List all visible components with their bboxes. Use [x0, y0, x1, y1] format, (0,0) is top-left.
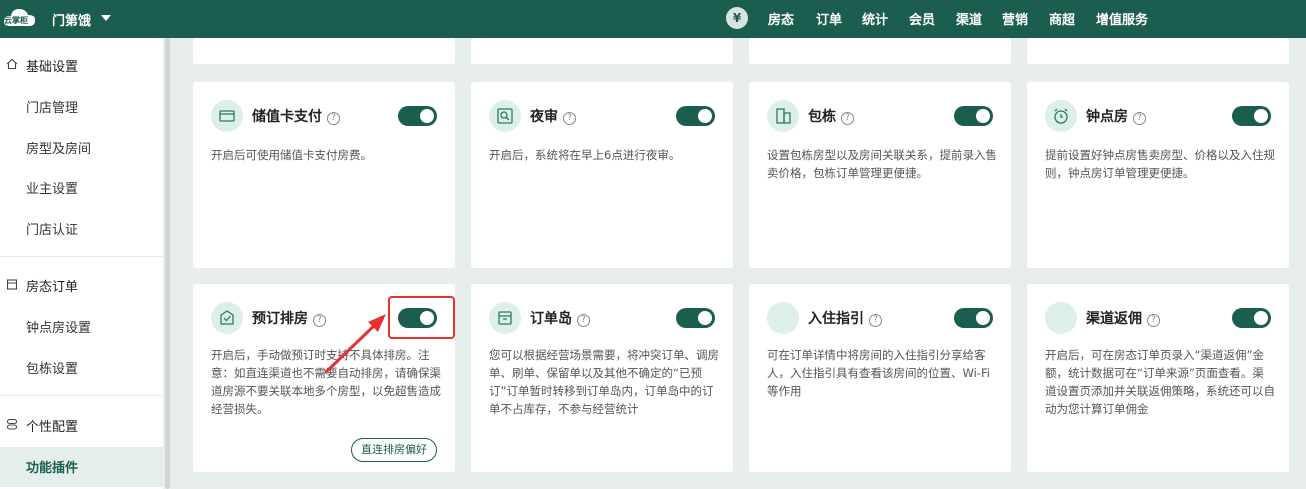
store-name[interactable]: 门第饿: [52, 10, 91, 29]
order-island-icon: [489, 302, 521, 334]
help-icon[interactable]: ?: [869, 314, 882, 327]
plugin-title: 入住指引?: [808, 308, 882, 328]
config-icon: [6, 418, 18, 430]
logo-text: 云掌柜: [4, 16, 28, 25]
sidebar-item-owner-settings[interactable]: 业主设置: [26, 178, 78, 197]
sidebar-section-title: 基础设置: [26, 60, 79, 75]
plugin-card-hourly-room: 钟点房? 提前设置好钟点房售卖房型、价格以及入住规则，钟点房订单管理更便捷。: [1027, 82, 1289, 268]
plugin-card-night-audit: 夜审? 开启后，系统将在早上6点进行夜审。: [471, 82, 733, 268]
help-icon[interactable]: ?: [1133, 112, 1146, 125]
channel-commission-icon: [1045, 302, 1077, 334]
sidebar-section-title: 房态订单: [26, 280, 79, 295]
plugin-description: 开启后，可在房态订单页录入“渠道返佣”金额，统计数据可在“订单来源”页面查看。渠…: [1045, 348, 1275, 416]
sidebar-item-whole-building-settings[interactable]: 包栋设置: [26, 358, 78, 377]
building-icon: [767, 100, 799, 132]
help-icon[interactable]: ?: [841, 112, 854, 125]
plugin-card-partial: [749, 38, 1011, 64]
nav-statistics[interactable]: 统计: [862, 9, 888, 28]
toggle-switch-on[interactable]: [954, 106, 993, 126]
sidebar-item-hourly-room-settings[interactable]: 钟点房设置: [26, 317, 91, 336]
sidebar: 基础设置 门店管理 房型及房间 业主设置 门店认证 房态订单 钟点房设置 包栋设…: [0, 38, 163, 489]
sidebar-item-store-management[interactable]: 门店管理: [26, 97, 78, 116]
plugin-description: 您可以根据经营场景需要，将冲突订单、调房单、刷单、保留单以及其他不确定的“已预订…: [489, 348, 719, 416]
nav-marketing[interactable]: 营销: [1002, 9, 1028, 28]
plugin-title: 夜审?: [530, 106, 576, 126]
nav-members[interactable]: 会员: [909, 9, 935, 28]
plugin-description: 提前设置好钟点房售卖房型、价格以及入住规则，钟点房订单管理更便捷。: [1045, 148, 1275, 180]
scrollbar-thumb[interactable]: [165, 38, 170, 489]
plugin-title: 钟点房?: [1086, 106, 1146, 126]
toggle-switch-on[interactable]: [676, 308, 715, 328]
plugin-title: 渠道返佣?: [1086, 308, 1160, 328]
toggle-switch-on[interactable]: [1232, 106, 1271, 126]
direct-room-assign-preference-button[interactable]: 直连排房偏好: [351, 438, 437, 462]
help-icon[interactable]: ?: [327, 112, 340, 125]
sidebar-item-plugins[interactable]: 功能插件: [0, 447, 163, 487]
card-payment-icon: [211, 100, 243, 132]
sidebar-section-title: 个性配置: [26, 420, 79, 435]
currency-icon[interactable]: ¥: [726, 7, 748, 29]
nav-room-status[interactable]: 房态: [768, 9, 794, 28]
plugin-card-partial: [1027, 38, 1289, 64]
sidebar-item-label: 功能插件: [26, 461, 79, 476]
night-audit-icon: [489, 100, 521, 132]
toggle-switch-on[interactable]: [398, 106, 437, 126]
sidebar-scrollbar[interactable]: [163, 38, 171, 489]
calendar-icon: [6, 279, 18, 290]
plugin-card-stored-value-payment: 储值卡支付? 开启后可使用储值卡支付房费。: [193, 82, 455, 268]
toggle-switch-on[interactable]: [1232, 308, 1271, 328]
sidebar-divider: [0, 395, 163, 396]
nav-store[interactable]: 商超: [1049, 9, 1075, 28]
help-icon[interactable]: ?: [1147, 314, 1160, 327]
plugin-title: 预订排房?: [252, 308, 326, 328]
sidebar-item-store-certification[interactable]: 门店认证: [26, 219, 78, 238]
home-icon: [6, 58, 18, 70]
plugin-card-checkin-guide: 入住指引? 可在订单详情中将房间的入住指引分享给客人，入住指引具有查看该房间的位…: [749, 284, 1011, 472]
help-icon[interactable]: ?: [563, 112, 576, 125]
toggle-switch-on[interactable]: [954, 308, 993, 328]
alarm-clock-icon: [1045, 100, 1077, 132]
nav-channels[interactable]: 渠道: [956, 9, 982, 28]
plugin-description: 可在订单详情中将房间的入住指引分享给客人，入住指引具有查看该房间的位置、Wi-F…: [767, 348, 990, 398]
toggle-switch-on[interactable]: [676, 106, 715, 126]
sidebar-divider: [0, 256, 163, 257]
help-icon[interactable]: ?: [577, 314, 590, 327]
plugin-description: 设置包栋房型以及房间关联关系，提前录入售卖价格，包栋订单管理更便捷。: [767, 148, 997, 180]
plugin-card-whole-building: 包栋? 设置包栋房型以及房间关联关系，提前录入售卖价格，包栋订单管理更便捷。: [749, 82, 1011, 268]
plugin-card-partial: [193, 38, 455, 64]
red-arrow-icon: [324, 314, 386, 374]
nav-value-added-services[interactable]: 增值服务: [1096, 9, 1148, 28]
checkin-guide-icon: [767, 302, 799, 334]
plugin-card-partial: [471, 38, 733, 64]
plugin-card-order-island: 订单岛? 您可以根据经营场景需要，将冲突订单、调房单、刷单、保留单以及其他不确定…: [471, 284, 733, 472]
room-assign-icon: [211, 302, 243, 334]
nav-orders[interactable]: 订单: [816, 9, 842, 28]
plugin-description: 开启后可使用储值卡支付房费。: [211, 148, 372, 162]
sidebar-item-room-types[interactable]: 房型及房间: [26, 138, 91, 157]
plugin-title: 订单岛?: [530, 308, 590, 328]
plugin-description: 开启后，系统将在早上6点进行夜审。: [489, 148, 681, 162]
plugin-title: 储值卡支付?: [252, 106, 340, 126]
plugin-card-channel-commission: 渠道返佣? 开启后，可在房态订单页录入“渠道返佣”金额，统计数据可在“订单来源”…: [1027, 284, 1289, 472]
plugin-title: 包栋?: [808, 106, 854, 126]
chevron-down-icon[interactable]: [101, 15, 111, 21]
top-navigation-bar: 云掌柜 门第饿 ¥ 房态 订单 统计 会员 渠道 营销 商超 增值服务: [0, 0, 1306, 38]
